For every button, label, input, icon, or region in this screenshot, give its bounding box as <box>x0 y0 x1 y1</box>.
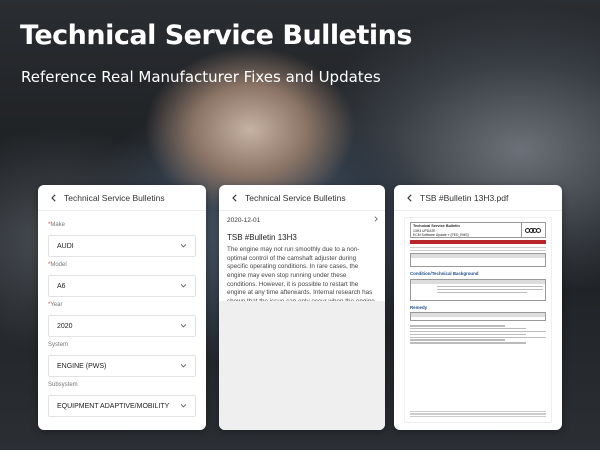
empty-area <box>219 301 385 430</box>
card-title: Technical Service Bulletins <box>64 192 165 203</box>
back-arrow-icon[interactable] <box>404 192 416 204</box>
brand-logo <box>521 223 545 237</box>
card-header: Technical Service Bulletins <box>219 185 385 211</box>
chevron-down-icon <box>180 282 187 291</box>
bulletin-detail-card: Technical Service Bulletins 2020-12-01 T… <box>219 185 385 430</box>
card-header: TSB #Bulletin 13H3.pdf <box>394 185 562 211</box>
chevron-down-icon <box>180 242 187 251</box>
chevron-right-icon <box>373 216 379 224</box>
year-select[interactable]: 2020 <box>48 315 196 337</box>
chevron-down-icon <box>180 402 187 411</box>
pdf-section-background: Condition/Technical Background <box>410 271 479 276</box>
subsystem-select[interactable]: EQUIPMENT ADAPTIVE/MOBILITY <box>48 395 196 417</box>
card-title: TSB #Bulletin 13H3.pdf <box>420 192 509 203</box>
system-select[interactable]: ENGINE (PWS) <box>48 355 196 377</box>
back-arrow-icon[interactable] <box>48 192 60 204</box>
make-select[interactable]: AUDI <box>48 235 196 257</box>
pdf-header: Technical Service Bulletin 13H3 UPDATE E… <box>410 222 546 238</box>
hero-subtitle: Reference Real Manufacturer Fixes and Up… <box>21 68 381 86</box>
card-title: Technical Service Bulletins <box>245 192 346 203</box>
bulletin-date-row[interactable]: 2020-12-01 <box>219 211 385 229</box>
bulletin-title: TSB #Bulletin 13H3 <box>227 233 297 242</box>
make-label: *Make <box>48 222 66 228</box>
model-label: *Model <box>48 262 67 268</box>
back-arrow-icon[interactable] <box>229 192 241 204</box>
pdf-viewer-card: TSB #Bulletin 13H3.pdf Technical Service… <box>394 185 562 430</box>
pdf-page[interactable]: Technical Service Bulletin 13H3 UPDATE E… <box>404 217 552 423</box>
system-label: System <box>48 342 69 348</box>
subsystem-label: Subsystem <box>48 382 78 388</box>
year-label: *Year <box>48 302 63 308</box>
model-select[interactable]: A6 <box>48 275 196 297</box>
pdf-bulletin-subject: ECM Software Update » (FED_EMS) <box>413 232 469 237</box>
pdf-section-remedy: Remedy <box>410 304 428 310</box>
chevron-down-icon <box>180 322 187 331</box>
tsb-search-card: Technical Service Bulletins *Make AUDI *… <box>38 185 206 430</box>
pdf-footer <box>410 410 546 418</box>
card-header: Technical Service Bulletins <box>38 185 206 211</box>
hero-title: Technical Service Bulletins <box>20 20 412 51</box>
chevron-down-icon <box>180 362 187 371</box>
bulletin-date: 2020-12-01 <box>227 216 261 224</box>
